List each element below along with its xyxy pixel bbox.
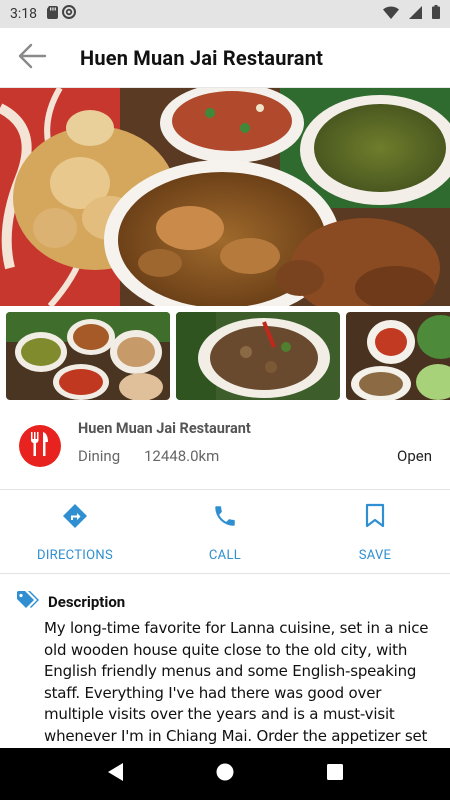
photo-thumbnails	[6, 312, 450, 400]
nav-recents-button[interactable]	[320, 759, 350, 789]
description-title: Description	[48, 593, 126, 611]
phone-icon	[211, 502, 239, 530]
directions-icon	[61, 502, 89, 530]
directions-label: DIRECTIONS	[37, 548, 113, 563]
thumbnail-2[interactable]	[176, 312, 340, 400]
recents-square-icon	[326, 763, 344, 785]
place-category: Dining	[78, 447, 121, 465]
system-nav-bar	[0, 748, 450, 800]
hero-image[interactable]	[0, 88, 450, 306]
nav-back-button[interactable]	[100, 759, 130, 789]
thumbnail-1[interactable]	[6, 312, 170, 400]
fork-knife-icon	[29, 431, 51, 461]
arrow-left-icon	[17, 43, 47, 73]
app-bar: Huen Muan Jai Restaurant	[0, 28, 450, 88]
action-bar: DIRECTIONS CALL SAVE	[0, 490, 450, 574]
directions-button[interactable]: DIRECTIONS	[0, 490, 150, 573]
call-label: CALL	[208, 548, 242, 563]
status-bar: 3:18	[0, 0, 450, 28]
bookmark-icon	[361, 502, 389, 530]
place-info: Huen Muan Jai Restaurant Dining 12448.0k…	[0, 406, 450, 490]
home-circle-icon	[215, 762, 235, 786]
description-text: My long-time favorite for Lanna cuisine,…	[44, 619, 429, 745]
status-time: 3:18	[10, 6, 37, 22]
page-title: Huen Muan Jai Restaurant	[80, 45, 324, 70]
back-button[interactable]	[2, 28, 62, 88]
save-label: SAVE	[358, 548, 392, 563]
place-name: Huen Muan Jai Restaurant	[78, 420, 251, 437]
open-status: Open	[397, 447, 432, 465]
save-button[interactable]: SAVE	[300, 490, 450, 573]
place-distance: 12448.0km	[144, 447, 220, 465]
tag-icon	[16, 590, 40, 614]
wifi-icon	[383, 5, 399, 23]
at-sign-icon	[62, 5, 76, 23]
description-header: Description	[16, 590, 125, 614]
thumbnail-3[interactable]	[346, 312, 450, 400]
category-badge	[19, 425, 61, 467]
signal-icon	[409, 5, 422, 23]
battery-icon	[432, 5, 440, 23]
sd-card-icon	[47, 5, 58, 23]
call-button[interactable]: CALL	[150, 490, 300, 573]
back-triangle-icon	[106, 762, 124, 786]
description-scroll[interactable]: My long-time favorite for Lanna cuisine,…	[0, 618, 450, 748]
nav-home-button[interactable]	[210, 759, 240, 789]
